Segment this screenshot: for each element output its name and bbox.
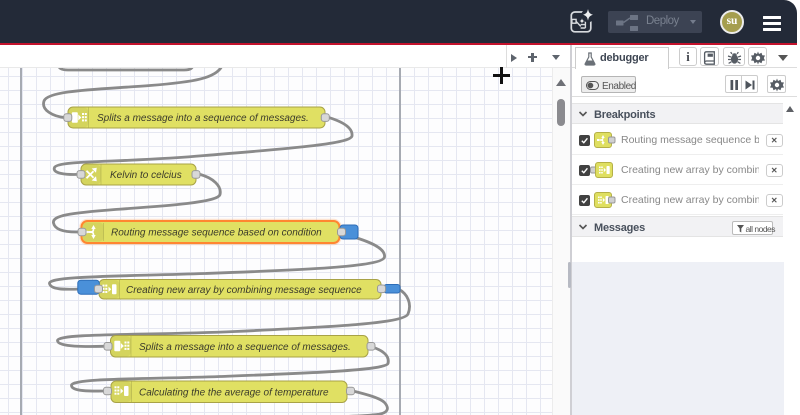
svg-text:Kelvin to celcius: Kelvin to celcius bbox=[110, 170, 182, 181]
svg-text:Splits a message into a sequen: Splits a message into a sequence of mess… bbox=[139, 342, 351, 353]
svg-text:Routing message sequence based: Routing message sequence based on condit… bbox=[111, 228, 322, 239]
svg-text:Calculating the the average of: Calculating the the average of temperatu… bbox=[139, 387, 329, 398]
svg-text:Splits a message into a sequen: Splits a message into a sequence of mess… bbox=[97, 113, 309, 124]
svg-text:Creating new array by combinin: Creating new array by combining message … bbox=[126, 285, 362, 296]
